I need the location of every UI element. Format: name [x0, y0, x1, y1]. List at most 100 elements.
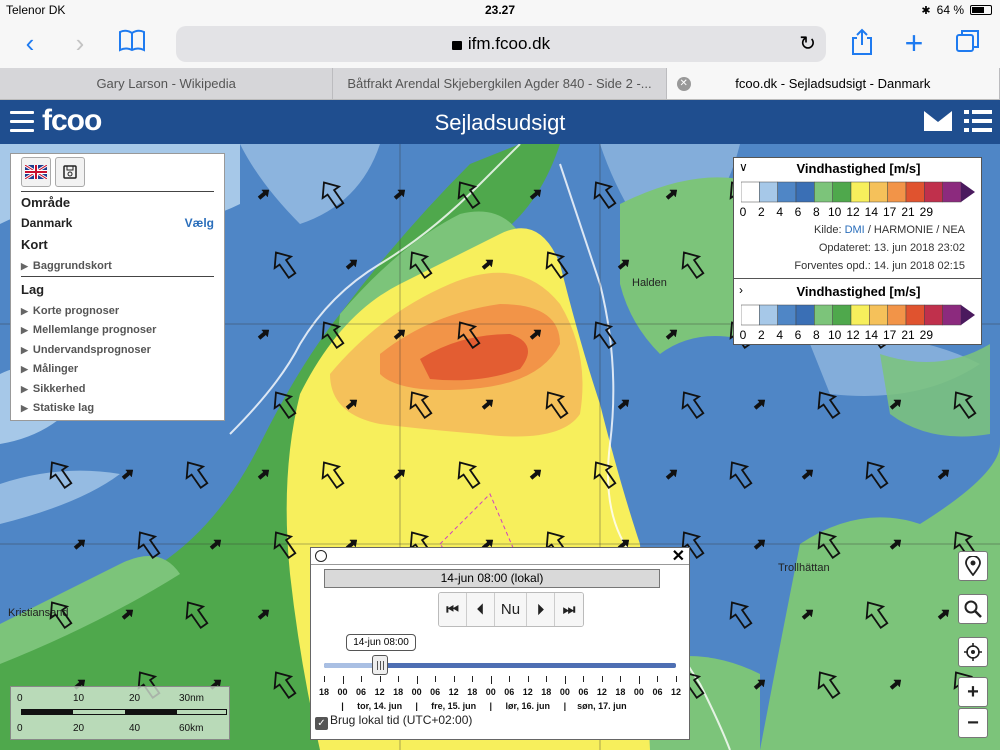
menu-item-undervandsprognoser[interactable]: Undervandsprognoser — [21, 344, 151, 356]
save-button[interactable] — [55, 157, 85, 187]
time-tick — [490, 676, 492, 684]
legend-wind-collapsed: › Vindhastighed [m/s] 0 2 4 6 8 10 12 14 17 21 29 — [734, 281, 983, 345]
time-scale: 18 00 06 12 18 00 06 12 18 00 06 12 18 00 06 12 18 00 06 12… — [319, 676, 681, 712]
address-bar[interactable]: ifm.fcoo.dk ↻ — [176, 26, 826, 62]
legend-color-swatch — [905, 304, 925, 326]
menu-item-sikkerhed[interactable]: Sikkerhed — [21, 383, 86, 395]
hour-label: 00 — [337, 687, 348, 697]
bluetooth-icon: ✱ — [921, 4, 931, 17]
legend-color-swatch — [759, 304, 778, 326]
legend-color-swatch — [887, 304, 907, 326]
legend-color-swatch — [887, 181, 907, 203]
fcoo-logo: fcoo — [42, 104, 102, 137]
source-dmi-link[interactable]: DMI — [845, 224, 865, 236]
close-icon[interactable]: ✕ — [672, 546, 685, 566]
reload-icon[interactable]: ↻ — [799, 26, 816, 62]
scale-label: 30nm — [179, 693, 205, 704]
search-button[interactable] — [958, 594, 988, 624]
share-icon[interactable] — [846, 28, 878, 60]
mail-icon[interactable] — [924, 111, 952, 131]
legend-tick-label: 17 — [882, 328, 897, 342]
menu-item-statiske-lag[interactable]: Statiske lag — [21, 402, 94, 414]
area-select-link[interactable]: Vælg — [185, 216, 214, 230]
hour-label: 18 — [393, 687, 404, 697]
legend-updated: Opdateret: 13. jun 2018 23:02 — [818, 242, 965, 254]
divider — [734, 278, 981, 279]
menu-item-korte-prognoser[interactable]: Korte prognoser — [21, 305, 119, 317]
time-slider-handle[interactable] — [372, 655, 389, 675]
language-flag-button[interactable] — [21, 157, 51, 187]
new-tab-icon[interactable]: + — [898, 27, 930, 60]
source-model: / HARMONIE / NEA — [867, 224, 965, 236]
legend-color-swatch — [741, 181, 760, 203]
local-time-checkbox[interactable]: ✓ Brug lokal tid (UTC+02:00) — [315, 713, 472, 730]
tab-batfrakt[interactable]: Båtfrakt Arendal Skjebergkilen Agder 840… — [333, 68, 667, 99]
legend-tick-label: 8 — [812, 205, 820, 219]
tab-close-icon[interactable]: ✕ — [676, 77, 691, 91]
carrier-label: Telenor DK — [6, 3, 66, 17]
zoom-in-button[interactable]: + — [958, 677, 988, 707]
legend-tick-label: 14 — [864, 328, 879, 342]
menu-item-mellemlange-prognoser[interactable]: Mellemlange prognoser — [21, 324, 156, 336]
day-label: lør, 16. jun — [505, 701, 551, 711]
locate-me-button[interactable] — [958, 637, 988, 667]
legend-color-swatch — [795, 181, 815, 203]
now-button[interactable]: Nu — [495, 593, 527, 626]
hour-label: 06 — [430, 687, 441, 697]
legend-tick-label: 2 — [757, 328, 765, 342]
location-pin-button[interactable] — [958, 551, 988, 581]
time-tick — [416, 676, 418, 684]
hour-label: 18 — [615, 687, 626, 697]
url-text: ifm.fcoo.dk — [467, 34, 551, 53]
tab-gary-larson[interactable]: Gary Larson - Wikipedia — [0, 68, 334, 99]
checkbox-checked-icon: ✓ — [315, 717, 328, 730]
time-tooltip: 14-jun 08:00 — [346, 634, 416, 651]
hour-label: 06 — [652, 687, 663, 697]
legend-tick-label: 8 — [812, 328, 820, 342]
battery-icon — [970, 5, 992, 15]
legend-tick-label: 2 — [757, 205, 765, 219]
legend-color-swatch — [869, 181, 888, 203]
legend-tick-label: 17 — [882, 205, 897, 219]
tabs-overview-icon[interactable] — [952, 28, 984, 60]
first-step-button[interactable]: ⏮ — [439, 593, 467, 626]
time-tick — [379, 676, 381, 682]
battery-percent: 64 % — [936, 3, 964, 17]
menu-item-malinger[interactable]: Målinger — [21, 363, 78, 375]
legend-arrow-end — [961, 182, 975, 202]
app-header: fcoo Sejladsudsigt — [0, 100, 1000, 144]
color-scale — [741, 181, 975, 203]
area-heading: Område — [21, 195, 71, 210]
list-icon[interactable] — [964, 110, 992, 132]
crosshair-icon — [964, 643, 982, 661]
hour-label: 06 — [578, 687, 589, 697]
back-button[interactable]: ‹ — [14, 28, 46, 60]
legend-tick-label: 0 — [739, 328, 747, 342]
forward-button[interactable]: › — [64, 28, 96, 60]
legend-tick-label: 4 — [776, 205, 783, 219]
hour-label: 00 — [559, 687, 570, 697]
scale-bar-graphic — [21, 709, 227, 715]
hour-label: 18 — [467, 687, 478, 697]
menu-icon[interactable] — [10, 111, 34, 133]
day-separator: | — [563, 701, 567, 711]
hour-label: 06 — [356, 687, 367, 697]
bookmarks-icon[interactable] — [116, 28, 148, 60]
legend-color-swatch — [832, 304, 852, 326]
legend-tick-label: 6 — [794, 205, 802, 219]
tab-fcoo[interactable]: ✕ fcoo.dk - Sejladsudsigt - Danmark — [666, 68, 1000, 99]
next-step-button[interactable]: ⏵ — [527, 593, 555, 626]
scale-label: 60km — [179, 723, 204, 734]
legend-tick-label: 21 — [901, 328, 915, 342]
time-tick — [398, 676, 400, 682]
browser-toolbar: ‹ › ifm.fcoo.dk ↻ + — [0, 20, 1000, 68]
prev-step-button[interactable]: ⏴ — [467, 593, 495, 626]
legend-color-swatch — [741, 304, 760, 326]
legend-color-swatch — [795, 304, 815, 326]
time-tick — [342, 676, 344, 684]
zoom-out-button[interactable]: − — [958, 708, 988, 738]
divider — [21, 276, 214, 277]
last-step-button[interactable]: ⏭ — [555, 593, 583, 626]
legend-color-swatch — [905, 181, 925, 203]
menu-item-baggrundskort[interactable]: Baggrundskort — [21, 260, 112, 272]
